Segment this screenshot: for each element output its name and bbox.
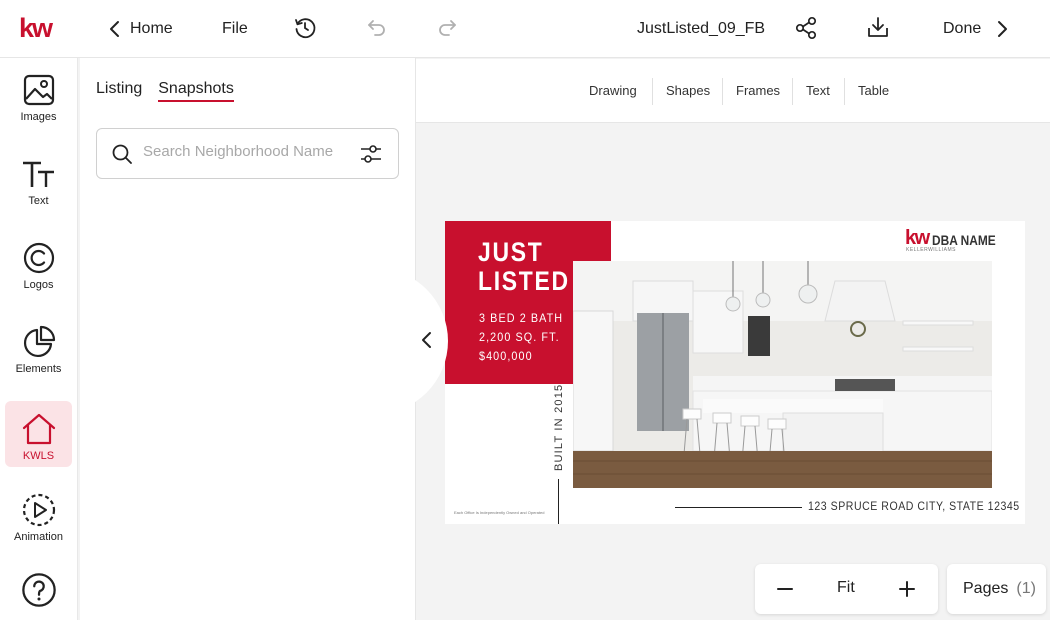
tab-snapshots[interactable]: Snapshots [158, 80, 234, 102]
zoom-in-icon[interactable] [895, 577, 919, 601]
rail-item-help[interactable] [5, 564, 72, 620]
zoom-fit-button[interactable]: Fit [837, 579, 855, 597]
help-icon [21, 572, 57, 608]
pages-button[interactable]: Pages (1) [947, 564, 1046, 614]
brand-kw: kw [905, 227, 930, 249]
divider [722, 78, 723, 105]
divider [844, 78, 845, 105]
vertical-rule[interactable] [558, 479, 559, 524]
design-canvas[interactable]: JUST LISTED 3 BED 2 BATH 2,200 SQ. FT. $… [445, 221, 1025, 524]
fine-print-text[interactable]: Each Office Is Independently Owned and O… [454, 510, 544, 515]
insert-toolbar: Drawing Shapes Frames Text Table [416, 59, 1050, 123]
rail-item-text[interactable]: Text [5, 146, 72, 212]
kw-logo[interactable]: kw [19, 14, 53, 42]
horizontal-rule[interactable] [675, 507, 802, 508]
built-year-text[interactable]: BUILT IN 2015 [553, 384, 565, 471]
zoom-out-icon[interactable] [773, 577, 797, 601]
house-icon [21, 411, 57, 447]
file-menu-button[interactable]: File [222, 0, 248, 58]
rail-item-animation[interactable]: Animation [5, 482, 72, 548]
neighborhood-search [96, 128, 399, 179]
done-button[interactable]: Done [943, 0, 1009, 58]
brand-logo[interactable]: kw DBA NAME [905, 228, 1007, 248]
kitchen-photo-illustration [573, 261, 992, 488]
collapse-panel-handle[interactable] [372, 268, 448, 414]
top-bar: kw Home File JustListed_09_FB Done [0, 0, 1050, 58]
rail-item-label: KWLS [22, 450, 55, 462]
redo-icon[interactable] [435, 15, 461, 41]
home-button[interactable]: Home [108, 0, 173, 58]
left-rail: Images Text Logos Elements KWLS Animatio… [0, 58, 78, 620]
chevron-left-icon [422, 332, 431, 348]
text-icon [21, 156, 57, 192]
address-text[interactable]: 123 SPRUCE ROAD CITY, STATE 12345 [808, 499, 1020, 513]
copyright-icon [21, 240, 57, 276]
rail-item-kwls[interactable]: KWLS [5, 401, 72, 467]
drawing-tool[interactable]: Drawing [589, 79, 637, 103]
rail-item-label: Animation [14, 531, 63, 543]
rail-item-logos[interactable]: Logos [5, 230, 72, 296]
history-icon[interactable] [292, 15, 318, 41]
chevron-right-icon [998, 21, 1008, 37]
filter-icon[interactable] [360, 143, 382, 165]
home-label: Home [130, 20, 173, 37]
table-tool[interactable]: Table [858, 79, 889, 103]
rail-item-label: Logos [23, 279, 54, 291]
tab-listing[interactable]: Listing [96, 80, 142, 102]
rail-item-elements[interactable]: Elements [5, 314, 72, 380]
share-icon[interactable] [794, 15, 820, 41]
headline-text[interactable]: JUST LISTED [478, 238, 570, 296]
sqft-text[interactable]: 2,200 SQ. FT. [479, 330, 560, 344]
text-tool[interactable]: Text [806, 79, 830, 103]
pie-chart-icon [21, 324, 57, 360]
pages-label: Pages [963, 580, 1009, 597]
undo-icon[interactable] [363, 15, 389, 41]
frames-tool[interactable]: Frames [736, 79, 780, 103]
headline-line-1: JUST [478, 237, 544, 267]
download-icon[interactable] [865, 15, 891, 41]
rail-item-label: Images [20, 111, 57, 123]
listing-photo[interactable] [573, 261, 992, 488]
rail-item-label: Text [28, 195, 49, 207]
pages-count: (1) [1016, 580, 1036, 597]
rail-item-images[interactable]: Images [5, 62, 72, 128]
headline-line-2: LISTED [478, 266, 570, 296]
beds-baths-text[interactable]: 3 BED 2 BATH [479, 311, 563, 325]
zoom-controls: Fit [755, 564, 938, 614]
search-icon [112, 144, 132, 164]
document-name[interactable]: JustListed_09_FB [637, 0, 765, 58]
image-icon [21, 72, 57, 108]
shapes-tool[interactable]: Shapes [666, 79, 710, 103]
done-label: Done [943, 20, 982, 37]
play-circle-icon [21, 492, 57, 528]
chevron-left-icon [110, 21, 119, 37]
kwls-panel: Listing Snapshots [80, 58, 416, 620]
price-text[interactable]: $400,000 [479, 349, 533, 363]
rail-item-label: Elements [15, 363, 62, 375]
panel-tabs: Listing Snapshots [96, 80, 234, 102]
brand-subtitle: KELLERWILLIAMS [906, 247, 956, 253]
divider [792, 78, 793, 105]
divider [652, 78, 653, 105]
brand-name: DBA NAME [931, 232, 996, 248]
search-input[interactable] [143, 143, 343, 160]
